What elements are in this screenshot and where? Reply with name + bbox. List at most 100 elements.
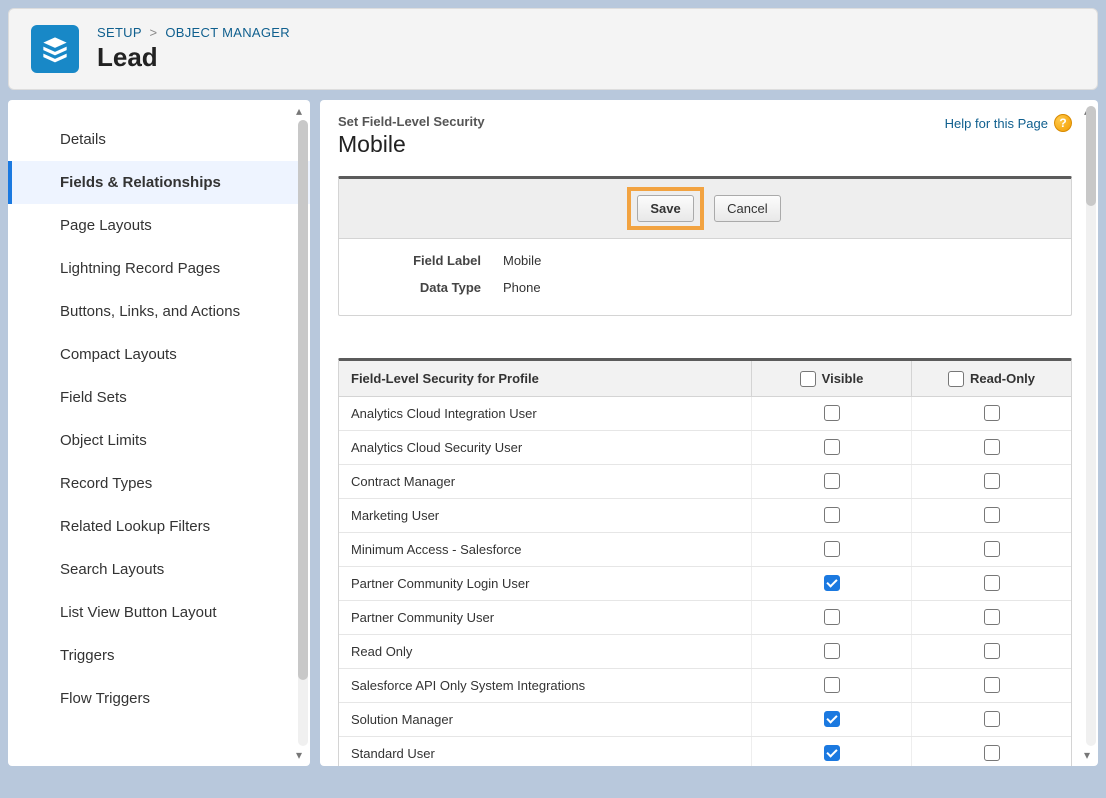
visible-cell: [751, 431, 911, 464]
visible-checkbox[interactable]: [824, 507, 840, 523]
help-icon: ?: [1054, 114, 1072, 132]
readonly-checkbox[interactable]: [984, 405, 1000, 421]
table-header: Field-Level Security for Profile Visible…: [339, 361, 1071, 397]
visible-cell: [751, 397, 911, 430]
visible-checkbox[interactable]: [824, 405, 840, 421]
sidebar-item[interactable]: Buttons, Links, and Actions: [8, 290, 310, 333]
table-row: Partner Community User: [339, 601, 1071, 635]
header-visible-label: Visible: [822, 371, 864, 386]
readonly-cell: [911, 499, 1071, 532]
readonly-cell: [911, 567, 1071, 600]
table-row: Salesforce API Only System Integrations: [339, 669, 1071, 703]
visible-checkbox[interactable]: [824, 473, 840, 489]
visible-cell: [751, 703, 911, 736]
visible-cell: [751, 601, 911, 634]
sidebar-item[interactable]: Compact Layouts: [8, 333, 310, 376]
main-panel: ▴ ▾ Set Field-Level Security Mobile Help…: [320, 100, 1098, 766]
visible-checkbox[interactable]: [824, 541, 840, 557]
breadcrumb: SETUP > OBJECT MANAGER: [97, 25, 290, 40]
readonly-checkbox[interactable]: [984, 609, 1000, 625]
header-readonly-label: Read-Only: [970, 371, 1035, 386]
sidebar-item[interactable]: Lightning Record Pages: [8, 247, 310, 290]
readonly-cell: [911, 737, 1071, 766]
readonly-checkbox[interactable]: [984, 439, 1000, 455]
sidebar-item[interactable]: Search Layouts: [8, 548, 310, 591]
profile-name: Minimum Access - Salesforce: [339, 533, 751, 566]
sidebar-item[interactable]: Record Types: [8, 462, 310, 505]
readonly-checkbox[interactable]: [984, 711, 1000, 727]
field-label-key: Field Label: [353, 253, 503, 268]
help-link-label: Help for this Page: [945, 116, 1048, 131]
section-subtitle: Set Field-Level Security: [338, 114, 485, 129]
sidebar-item[interactable]: List View Button Layout: [8, 591, 310, 634]
data-type-value: Phone: [503, 280, 541, 295]
profile-name: Analytics Cloud Security User: [339, 431, 751, 464]
profile-name: Partner Community User: [339, 601, 751, 634]
readonly-checkbox[interactable]: [984, 745, 1000, 761]
readonly-cell: [911, 431, 1071, 464]
table-row: Analytics Cloud Integration User: [339, 397, 1071, 431]
profile-name: Solution Manager: [339, 703, 751, 736]
readonly-checkbox[interactable]: [984, 507, 1000, 523]
readonly-checkbox[interactable]: [984, 541, 1000, 557]
sidebar-item[interactable]: Related Lookup Filters: [8, 505, 310, 548]
profile-name: Salesforce API Only System Integrations: [339, 669, 751, 702]
visible-checkbox[interactable]: [824, 643, 840, 659]
sidebar-item[interactable]: Field Sets: [8, 376, 310, 419]
visible-cell: [751, 465, 911, 498]
header-profile: Field-Level Security for Profile: [339, 361, 751, 396]
select-all-readonly-checkbox[interactable]: [948, 371, 964, 387]
visible-cell: [751, 669, 911, 702]
profile-name: Read Only: [339, 635, 751, 668]
visible-checkbox[interactable]: [824, 609, 840, 625]
button-bar: Save Cancel: [339, 179, 1071, 239]
page-title: Lead: [97, 42, 290, 73]
scroll-up-icon[interactable]: ▴: [292, 104, 306, 118]
table-row: Analytics Cloud Security User: [339, 431, 1071, 465]
sidebar-item[interactable]: Flow Triggers: [8, 677, 310, 720]
visible-checkbox[interactable]: [824, 677, 840, 693]
profile-name: Standard User: [339, 737, 751, 766]
detail-block: Save Cancel Field Label Mobile Data Type…: [338, 176, 1072, 316]
readonly-checkbox[interactable]: [984, 575, 1000, 591]
readonly-cell: [911, 703, 1071, 736]
readonly-checkbox[interactable]: [984, 643, 1000, 659]
visible-cell: [751, 737, 911, 766]
table-row: Solution Manager: [339, 703, 1071, 737]
cancel-button[interactable]: Cancel: [714, 195, 780, 222]
sidebar-item[interactable]: Page Layouts: [8, 204, 310, 247]
readonly-checkbox[interactable]: [984, 473, 1000, 489]
visible-checkbox[interactable]: [824, 745, 840, 761]
readonly-cell: [911, 601, 1071, 634]
save-button[interactable]: Save: [637, 195, 693, 222]
sidebar-item[interactable]: Fields & Relationships: [8, 161, 310, 204]
field-label-value: Mobile: [503, 253, 541, 268]
section-title: Mobile: [338, 131, 485, 158]
breadcrumb-object-manager[interactable]: OBJECT MANAGER: [165, 25, 290, 40]
table-row: Read Only: [339, 635, 1071, 669]
scroll-down-icon[interactable]: ▾: [292, 748, 306, 762]
profile-name: Marketing User: [339, 499, 751, 532]
profile-name: Analytics Cloud Integration User: [339, 397, 751, 430]
sidebar-item[interactable]: Object Limits: [8, 419, 310, 462]
scrollbar-thumb[interactable]: [298, 120, 308, 680]
sidebar-item[interactable]: Details: [8, 118, 310, 161]
table-row: Standard User: [339, 737, 1071, 766]
header-readonly: Read-Only: [911, 361, 1071, 396]
table-row: Contract Manager: [339, 465, 1071, 499]
object-icon: [31, 25, 79, 73]
visible-cell: [751, 499, 911, 532]
visible-checkbox[interactable]: [824, 575, 840, 591]
scrollbar-thumb[interactable]: [1086, 106, 1096, 206]
readonly-cell: [911, 533, 1071, 566]
visible-checkbox[interactable]: [824, 711, 840, 727]
readonly-checkbox[interactable]: [984, 677, 1000, 693]
page-header: SETUP > OBJECT MANAGER Lead: [8, 8, 1098, 90]
breadcrumb-setup[interactable]: SETUP: [97, 25, 142, 40]
visible-checkbox[interactable]: [824, 439, 840, 455]
sidebar-item[interactable]: Triggers: [8, 634, 310, 677]
select-all-visible-checkbox[interactable]: [800, 371, 816, 387]
scroll-down-icon[interactable]: ▾: [1080, 748, 1094, 762]
help-link[interactable]: Help for this Page ?: [945, 114, 1072, 132]
table-row: Partner Community Login User: [339, 567, 1071, 601]
